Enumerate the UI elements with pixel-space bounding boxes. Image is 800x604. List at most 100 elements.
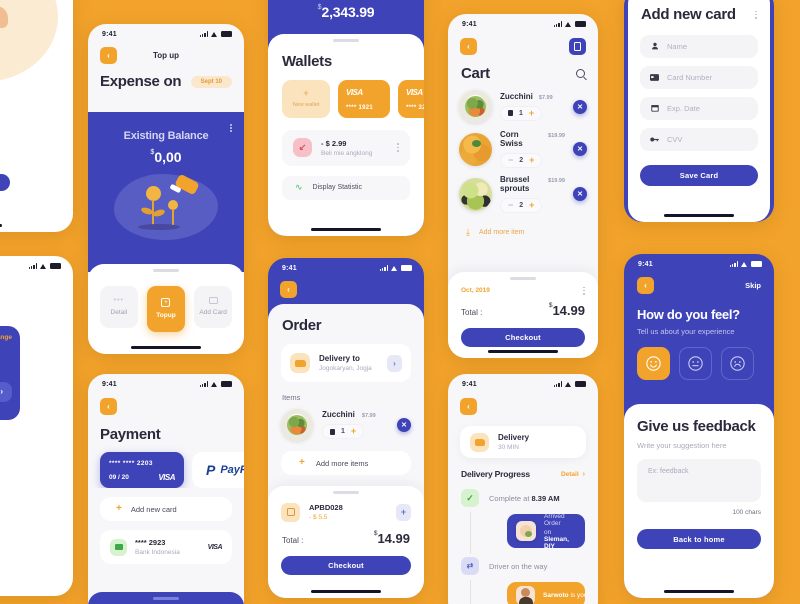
search-icon[interactable]	[576, 69, 587, 81]
visa-logo-icon: VISA	[207, 543, 223, 551]
wallet-card-visa-1[interactable]: VISA **** 1921	[338, 79, 390, 118]
addcard-cvv-field[interactable]: CVV	[640, 127, 758, 151]
balance-value: 0,00	[154, 149, 182, 165]
minus-icon[interactable]: −	[508, 201, 513, 210]
payment-bank-row[interactable]: **** 2923 Bank Indonesia VISA	[100, 530, 232, 564]
delivery-step-2-rest: is your	[570, 591, 585, 599]
cart-item-price: $19.99	[548, 178, 565, 184]
feedback-textarea[interactable]: Ex: feedback	[637, 459, 761, 502]
payment-card-visa[interactable]: **** **** 2203 09 / 20 VISA	[100, 452, 184, 488]
delivery-detail-link[interactable]: Detail ›	[561, 471, 585, 478]
order-item-name: Zucchini	[322, 410, 355, 420]
cart-item-stepper[interactable]: − 2 +	[500, 198, 543, 213]
addcard-name-field[interactable]: Name	[640, 34, 758, 58]
plus-icon[interactable]: +	[351, 427, 356, 436]
feedback-subhead: Tell us about your experience	[637, 327, 735, 336]
wallet-card-new[interactable]: + New wallet	[282, 79, 330, 118]
cart-add-more-item[interactable]: ⤓ Add more item	[448, 213, 598, 237]
delivery-summary-title: Delivery	[498, 433, 530, 442]
wallets-transaction-amount: - $ 2.99	[321, 138, 347, 148]
success-home-button[interactable]: me	[0, 174, 10, 191]
truck-icon	[470, 432, 489, 452]
location-card[interactable]: Change eman ›	[0, 326, 20, 420]
feedback-skip-button[interactable]: Skip	[745, 281, 761, 290]
location-next-button[interactable]: ›	[0, 382, 12, 402]
plus-icon[interactable]: +	[529, 108, 534, 118]
order-promo-row[interactable]: APBD028 - $ 5.5 +	[268, 494, 424, 522]
wifi-icon	[565, 21, 572, 27]
feedback-back-home-button[interactable]: Back to home	[637, 529, 761, 549]
remove-item-button[interactable]: ✕	[573, 99, 587, 114]
order-delivery-card[interactable]: Delivery to Jogokaryan, Jogja ›	[281, 344, 411, 382]
remove-item-button[interactable]: ✕	[397, 418, 411, 432]
feedback-char-counter: 100 chars	[732, 509, 761, 516]
payment-card-paypal[interactable]: P PayPal	[192, 452, 244, 488]
back-button[interactable]: ‹	[280, 281, 297, 298]
success-line2: ance	[0, 158, 68, 169]
plus-icon[interactable]: +	[529, 201, 534, 210]
remove-item-button[interactable]: ✕	[573, 142, 587, 156]
home-indicator	[488, 350, 558, 353]
neutral-face-icon[interactable]	[679, 347, 712, 380]
screen-addcard: Add new card Name Card Number Exp. Date …	[624, 0, 774, 222]
cart-checkout-button[interactable]: Checkout	[461, 327, 585, 347]
delivery-step-2-bubble[interactable]: Sarwoto is your	[507, 582, 585, 604]
topup-action-addcard[interactable]: Add Card	[194, 285, 232, 328]
order-items-label: Items	[282, 393, 301, 402]
cart-item-stepper[interactable]: 1 +	[500, 105, 543, 121]
addcard-number-field[interactable]: Card Number	[640, 65, 758, 89]
location-row-2[interactable]: Indo	[0, 478, 8, 506]
order-item-price: $7.99	[361, 413, 376, 420]
back-button[interactable]: ‹	[460, 38, 477, 55]
success-illustration-bg	[0, 0, 58, 82]
minus-icon[interactable]	[508, 110, 513, 117]
add-promo-button[interactable]: +	[396, 503, 411, 521]
topup-date-chip[interactable]: Sept 10	[190, 75, 232, 88]
back-button[interactable]: ‹	[100, 398, 117, 415]
sad-face-icon[interactable]	[721, 347, 754, 380]
addcard-save-button[interactable]: Save Card	[640, 164, 758, 186]
more-vertical-icon[interactable]	[583, 286, 585, 295]
minus-icon[interactable]	[330, 428, 335, 435]
back-button[interactable]: ‹	[460, 398, 477, 415]
more-vertical-icon[interactable]	[755, 10, 757, 19]
order-add-more-items[interactable]: + Add more items	[281, 451, 411, 475]
bag-icon[interactable]	[569, 38, 586, 55]
screen-location: Change eman › ation Indo	[0, 256, 73, 596]
chevron-right-icon[interactable]: ›	[387, 354, 402, 372]
more-vertical-icon[interactable]	[397, 143, 399, 152]
delivery-summary-subtitle: 30 MIN	[498, 444, 519, 451]
wallet-card-visa-2[interactable]: VISA **** 323-	[398, 79, 424, 118]
cart-item-stepper[interactable]: − 2 +	[500, 153, 543, 168]
addcard-expiry-placeholder: Exp. Date	[667, 103, 700, 113]
remove-item-button[interactable]: ✕	[573, 187, 587, 201]
order-delivery-address: Jogokaryan, Jogja	[319, 365, 372, 372]
plus-icon: +	[303, 88, 309, 98]
addcard-expiry-field[interactable]: Exp. Date	[640, 96, 758, 120]
order-item-stepper[interactable]: 1 +	[322, 424, 365, 440]
location-change-link[interactable]: Change	[0, 334, 12, 341]
delivery-summary-card[interactable]: Delivery 30 MIN	[460, 426, 586, 458]
order-checkout-button[interactable]: Checkout	[281, 555, 411, 575]
order-promo-discount: - $ 5.5	[309, 514, 328, 521]
payment-add-new-card-label: Add new card	[130, 504, 177, 514]
cart-item-row: Zucchini $7.99 1 + ✕	[448, 82, 598, 123]
plus-icon[interactable]: +	[529, 156, 534, 165]
wallets-statistic-row[interactable]: ∿ Display Statistic	[282, 175, 410, 200]
topup-action-topup[interactable]: + Topup	[146, 285, 186, 332]
happy-face-icon[interactable]	[637, 347, 670, 380]
status-time: 9:41	[282, 264, 297, 272]
battery-icon	[751, 261, 762, 267]
status-bar: 9:41	[448, 374, 598, 390]
wallets-transaction-row[interactable]: ↙ - $ 2.99 Beli mie angklong	[282, 129, 410, 166]
minus-icon[interactable]: −	[508, 156, 513, 165]
location-row-1[interactable]: ation	[0, 434, 8, 462]
order-item-qty: 1	[341, 428, 345, 436]
delivery-step-1-bubble[interactable]: Arrived Order on Sleman, DIY	[507, 513, 585, 550]
topup-action-detail[interactable]: ••• Detail	[100, 285, 138, 328]
back-button[interactable]: ‹	[637, 277, 654, 294]
signal-icon	[553, 21, 562, 27]
payment-add-new-card[interactable]: + Add new card	[100, 497, 232, 521]
chevron-left-icon: ‹	[467, 401, 470, 411]
more-vertical-icon[interactable]	[230, 124, 232, 133]
